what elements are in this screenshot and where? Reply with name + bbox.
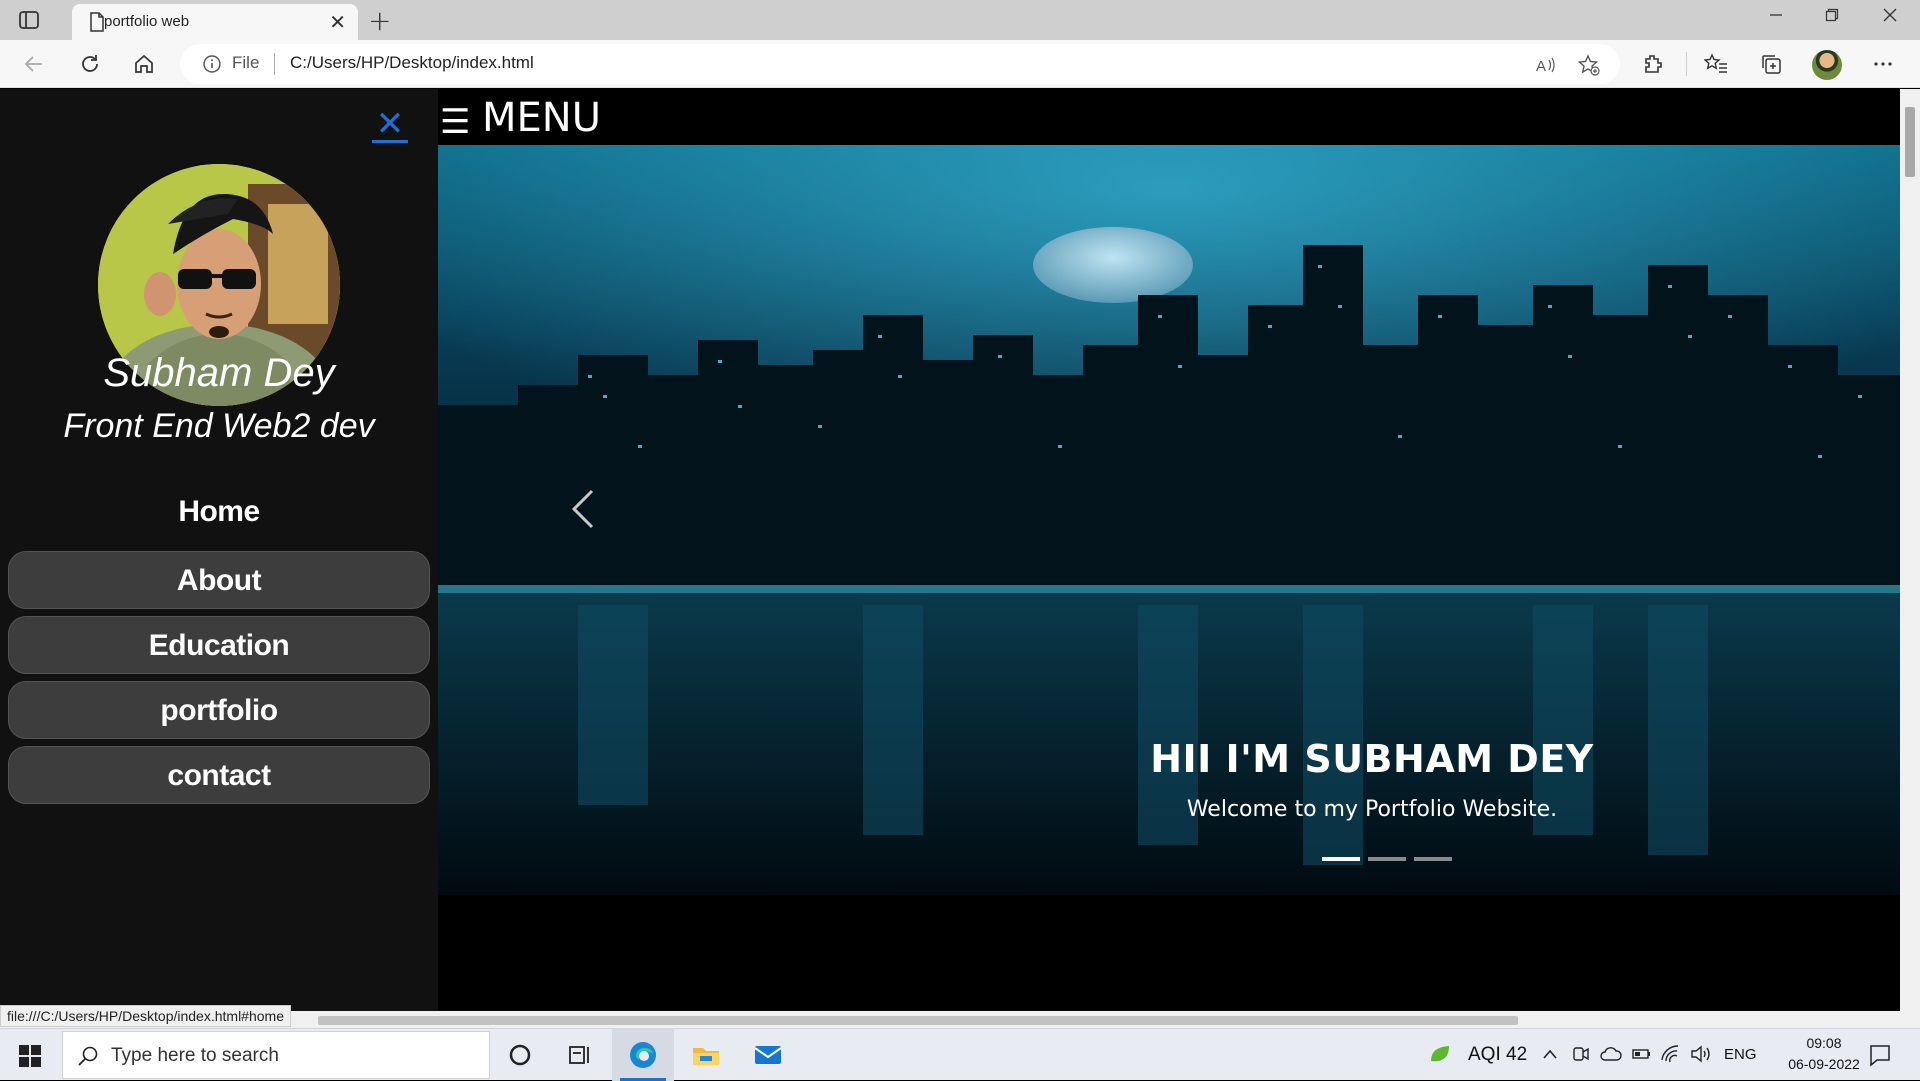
address-scheme: File — [232, 53, 260, 72]
minimize-button[interactable] — [1756, 6, 1796, 27]
aqi-indicator[interactable]: AQI 42 — [1468, 1044, 1527, 1066]
nav-home[interactable]: Home — [8, 483, 430, 541]
carousel-indicator-2[interactable] — [1368, 857, 1406, 861]
home-button[interactable] — [128, 48, 160, 80]
edge-browser-icon — [630, 1042, 656, 1068]
refresh-icon — [82, 55, 98, 72]
hero-subheading: Welcome to my Portfolio Website. — [1186, 797, 1558, 822]
carousel-indicator-3[interactable] — [1414, 857, 1452, 861]
clock-date[interactable]: 06-09-2022 — [1768, 1056, 1880, 1072]
home-icon — [135, 54, 153, 73]
address-divider — [274, 53, 275, 75]
favorites-icon[interactable] — [1704, 53, 1728, 75]
carousel-prev-chevron-icon[interactable] — [568, 487, 598, 531]
profile-role: Front End Web2 dev — [63, 407, 375, 445]
mail-icon[interactable] — [752, 1039, 784, 1071]
nav-portfolio[interactable]: portfolio — [8, 681, 430, 739]
windows-start-icon[interactable] — [18, 1044, 42, 1068]
cortana-icon[interactable] — [504, 1039, 536, 1071]
status-link-preview: file:///C:/Users/HP/Desktop/index.html#h… — [0, 1005, 291, 1027]
webpage: ✕ Subham Dey Front End Web2 dev Home Abo… — [0, 89, 1920, 1011]
extensions-icon[interactable] — [1642, 53, 1664, 75]
menu-bar — [438, 89, 1900, 145]
horizontal-scroll-thumb[interactable] — [318, 1016, 1518, 1025]
svg-text:A: A — [1536, 58, 1546, 75]
task-view-icon[interactable] — [564, 1039, 596, 1071]
tab-close-button[interactable]: ✕ — [329, 10, 346, 34]
nav-education[interactable]: Education — [8, 616, 430, 674]
browser-toolbar: File C:/Users/HP/Desktop/index.html A — [0, 40, 1920, 88]
weather-leaf-icon[interactable] — [1428, 1043, 1452, 1065]
info-icon[interactable] — [202, 54, 222, 74]
file-explorer-icon[interactable] — [690, 1039, 722, 1071]
address-url[interactable]: C:/Users/HP/Desktop/index.html — [290, 53, 534, 73]
input-language[interactable]: ENG — [1724, 1046, 1757, 1063]
edge-taskbar-item[interactable] — [612, 1029, 674, 1081]
hero-carousel: HII I'M SUBHAM DEY Welcome to my Portfol… — [438, 145, 1900, 895]
battery-icon[interactable] — [1632, 1046, 1652, 1062]
browser-tab-bar: portfolio web ✕ + — [0, 0, 1920, 40]
hero-heading: HII I'M SUBHAM DEY — [1150, 737, 1594, 781]
profile-avatar[interactable] — [1812, 50, 1842, 80]
search-icon — [78, 1046, 98, 1066]
onedrive-cloud-icon[interactable] — [1600, 1045, 1622, 1063]
search-placeholder: Type here to search — [111, 1045, 279, 1066]
nav-contact[interactable]: contact — [8, 746, 430, 804]
collections-icon[interactable] — [1760, 53, 1782, 75]
back-arrow-icon — [24, 56, 42, 72]
hero-city-image — [438, 145, 1900, 895]
carousel-indicator-1[interactable] — [1322, 857, 1360, 861]
refresh-button[interactable] — [74, 48, 106, 80]
sidebar: ✕ Subham Dey Front End Web2 dev Home Abo… — [0, 89, 438, 1011]
minimize-icon — [1770, 14, 1782, 16]
taskbar-search-box[interactable]: Type here to search — [62, 1031, 490, 1079]
hamburger-menu-icon[interactable]: ☰ — [440, 102, 470, 142]
meet-now-icon[interactable] — [1572, 1045, 1590, 1063]
sidebar-close-button[interactable]: ✕ — [372, 107, 408, 143]
restore-icon — [1825, 8, 1839, 22]
nav-about[interactable]: About — [8, 551, 430, 609]
new-tab-button[interactable]: + — [368, 4, 391, 37]
address-bar[interactable]: File C:/Users/HP/Desktop/index.html A — [180, 44, 1620, 84]
wifi-icon[interactable] — [1660, 1044, 1680, 1064]
close-window-button[interactable] — [1870, 6, 1910, 27]
menu-label[interactable]: MENU — [482, 95, 601, 141]
favorite-add-icon[interactable] — [1578, 54, 1600, 76]
restore-button[interactable] — [1812, 6, 1852, 27]
vertical-scrollbar[interactable] — [1900, 89, 1920, 1011]
more-options-icon[interactable] — [1872, 53, 1894, 75]
clock-time[interactable]: 09:08 — [1784, 1035, 1864, 1051]
volume-icon[interactable] — [1690, 1044, 1712, 1064]
show-hidden-icons-chevron-icon[interactable] — [1542, 1047, 1558, 1061]
close-icon — [1883, 8, 1897, 22]
vertical-scroll-thumb[interactable] — [1905, 107, 1915, 177]
browser-tab[interactable]: portfolio web ✕ — [72, 4, 358, 40]
back-button[interactable] — [18, 48, 50, 80]
tab-title: portfolio web — [104, 13, 190, 30]
windows-taskbar: Type here to search AQI 42 ENG 09:08 06-… — [0, 1028, 1920, 1081]
notifications-icon[interactable] — [1868, 1043, 1892, 1067]
profile-name: Subham Dey — [103, 351, 335, 395]
tab-actions-icon[interactable] — [18, 9, 40, 31]
toolbar-divider — [1686, 52, 1687, 76]
read-aloud-icon[interactable]: A — [1534, 54, 1556, 76]
